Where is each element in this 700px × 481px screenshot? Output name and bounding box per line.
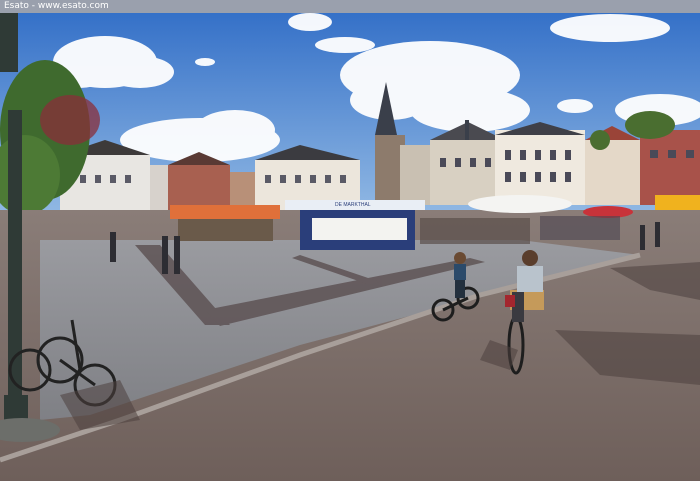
town-square-photo: DE MARKTHAL <box>0 0 700 481</box>
watermark-bar: Esato - www.esato.com <box>0 0 700 13</box>
photo-frame: DE MARKTHAL Esato - www.esato.com <box>0 0 700 481</box>
stall-sign: DE MARKTHAL <box>335 202 371 208</box>
watermark-text: Esato - www.esato.com <box>4 1 109 11</box>
